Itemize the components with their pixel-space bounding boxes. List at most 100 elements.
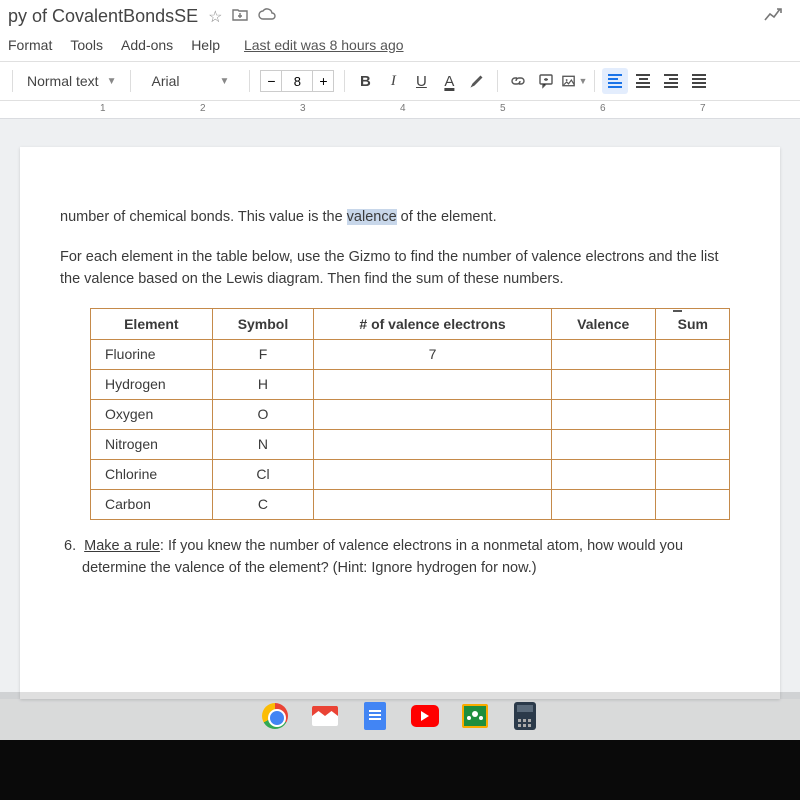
cell-valence-e[interactable]: [314, 430, 552, 460]
menu-help[interactable]: Help: [191, 37, 220, 53]
menu-bar: Format Tools Add-ons Help Last edit was …: [0, 33, 800, 62]
cell-element[interactable]: Carbon: [91, 490, 213, 520]
table-row[interactable]: Fluorine F 7: [91, 340, 730, 370]
chevron-down-icon: ▼: [220, 76, 230, 87]
calculator-app-icon[interactable]: [511, 702, 539, 730]
cell-valence[interactable]: [551, 400, 655, 430]
cell-sum[interactable]: [655, 460, 729, 490]
col-element[interactable]: Element: [91, 309, 213, 340]
cell-valence-e[interactable]: [314, 370, 552, 400]
star-icon[interactable]: ☆: [208, 7, 222, 27]
body-paragraph[interactable]: For each element in the table below, use…: [60, 247, 740, 291]
toolbar-divider: [344, 70, 345, 92]
menu-tools[interactable]: Tools: [70, 37, 103, 53]
cell-element[interactable]: Hydrogen: [91, 370, 213, 400]
table-row[interactable]: Nitrogen N: [91, 430, 730, 460]
cell-valence-e[interactable]: [314, 490, 552, 520]
align-center-button[interactable]: [630, 68, 656, 94]
align-right-button[interactable]: [658, 68, 684, 94]
table-row[interactable]: Chlorine Cl: [91, 460, 730, 490]
cell-element[interactable]: Chlorine: [91, 460, 213, 490]
last-edit-link[interactable]: Last edit was 8 hours ago: [244, 37, 404, 53]
body-text: number of chemical bonds. This value is …: [60, 209, 347, 225]
cell-sum[interactable]: [655, 370, 729, 400]
table-row[interactable]: Oxygen O: [91, 400, 730, 430]
cloud-status-icon[interactable]: [258, 8, 276, 25]
cell-element[interactable]: Nitrogen: [91, 430, 213, 460]
toolbar-divider: [12, 70, 13, 92]
chrome-app-icon[interactable]: [261, 702, 289, 730]
cell-sum[interactable]: [655, 340, 729, 370]
cell-element[interactable]: Oxygen: [91, 400, 213, 430]
text-cursor: [677, 313, 678, 329]
os-taskbar[interactable]: [0, 692, 800, 740]
cell-valence[interactable]: [551, 340, 655, 370]
gmail-app-icon[interactable]: [311, 702, 339, 730]
youtube-app-icon[interactable]: [411, 702, 439, 730]
cell-symbol[interactable]: Cl: [212, 460, 314, 490]
ruler-tick: 7: [700, 103, 706, 114]
bold-button[interactable]: B: [352, 68, 378, 94]
underline-button[interactable]: U: [408, 68, 434, 94]
toolbar: Normal text ▼ Arial ▼ − 8 + B I U A ▼: [0, 62, 800, 101]
question-number: 6.: [64, 538, 76, 554]
font-size-increase-button[interactable]: +: [312, 70, 334, 92]
cell-symbol[interactable]: O: [212, 400, 314, 430]
question-label: Make a rule: [84, 538, 160, 554]
cell-sum[interactable]: [655, 430, 729, 460]
document-page[interactable]: number of chemical bonds. This value is …: [20, 147, 780, 699]
document-title[interactable]: py of CovalentBondsSE: [8, 6, 198, 27]
align-justify-button[interactable]: [686, 68, 712, 94]
paragraph-style-select[interactable]: Normal text ▼: [19, 69, 124, 93]
move-folder-icon[interactable]: [232, 8, 248, 25]
text-color-button[interactable]: A: [436, 68, 462, 94]
font-family-select[interactable]: Arial ▼: [137, 69, 243, 93]
font-size-input[interactable]: 8: [282, 70, 312, 92]
ruler-tick: 5: [500, 103, 506, 114]
col-sum[interactable]: Sum: [655, 309, 729, 340]
ruler-tick: 4: [400, 103, 406, 114]
body-paragraph[interactable]: number of chemical bonds. This value is …: [60, 207, 740, 229]
cell-symbol[interactable]: H: [212, 370, 314, 400]
cell-element[interactable]: Fluorine: [91, 340, 213, 370]
insert-link-button[interactable]: [505, 68, 531, 94]
cell-valence-e[interactable]: [314, 400, 552, 430]
highlight-button[interactable]: [464, 68, 490, 94]
col-valence-electrons[interactable]: # of valence electrons: [314, 309, 552, 340]
activity-icon[interactable]: [764, 6, 784, 27]
table-row[interactable]: Carbon C: [91, 490, 730, 520]
screen-bezel: [0, 740, 800, 800]
docs-app-icon[interactable]: [361, 702, 389, 730]
question-6[interactable]: 6. Make a rule: If you knew the number o…: [64, 536, 740, 580]
font-size-decrease-button[interactable]: −: [260, 70, 282, 92]
cell-symbol[interactable]: N: [212, 430, 314, 460]
font-family-label: Arial: [151, 73, 179, 89]
align-left-button[interactable]: [602, 68, 628, 94]
classroom-app-icon[interactable]: [461, 702, 489, 730]
cell-valence[interactable]: [551, 430, 655, 460]
chevron-down-icon: ▼: [578, 76, 587, 86]
add-comment-button[interactable]: [533, 68, 559, 94]
cell-sum[interactable]: [655, 490, 729, 520]
cell-valence[interactable]: [551, 490, 655, 520]
cell-valence[interactable]: [551, 460, 655, 490]
col-valence[interactable]: Valence: [551, 309, 655, 340]
col-symbol[interactable]: Symbol: [212, 309, 314, 340]
cell-sum[interactable]: [655, 400, 729, 430]
document-canvas[interactable]: number of chemical bonds. This value is …: [0, 119, 800, 699]
body-text: of the element.: [397, 209, 497, 225]
cell-symbol[interactable]: C: [212, 490, 314, 520]
cell-symbol[interactable]: F: [212, 340, 314, 370]
valence-table[interactable]: Element Symbol # of valence electrons Va…: [90, 308, 730, 520]
italic-button[interactable]: I: [380, 68, 406, 94]
menu-format[interactable]: Format: [8, 37, 52, 53]
toolbar-divider: [130, 70, 131, 92]
horizontal-ruler[interactable]: 1 2 3 4 5 6 7: [0, 101, 800, 119]
insert-image-button[interactable]: ▼: [561, 68, 587, 94]
table-header-row: Element Symbol # of valence electrons Va…: [91, 309, 730, 340]
cell-valence-e[interactable]: [314, 460, 552, 490]
cell-valence-e[interactable]: 7: [314, 340, 552, 370]
cell-valence[interactable]: [551, 370, 655, 400]
menu-addons[interactable]: Add-ons: [121, 37, 173, 53]
table-row[interactable]: Hydrogen H: [91, 370, 730, 400]
